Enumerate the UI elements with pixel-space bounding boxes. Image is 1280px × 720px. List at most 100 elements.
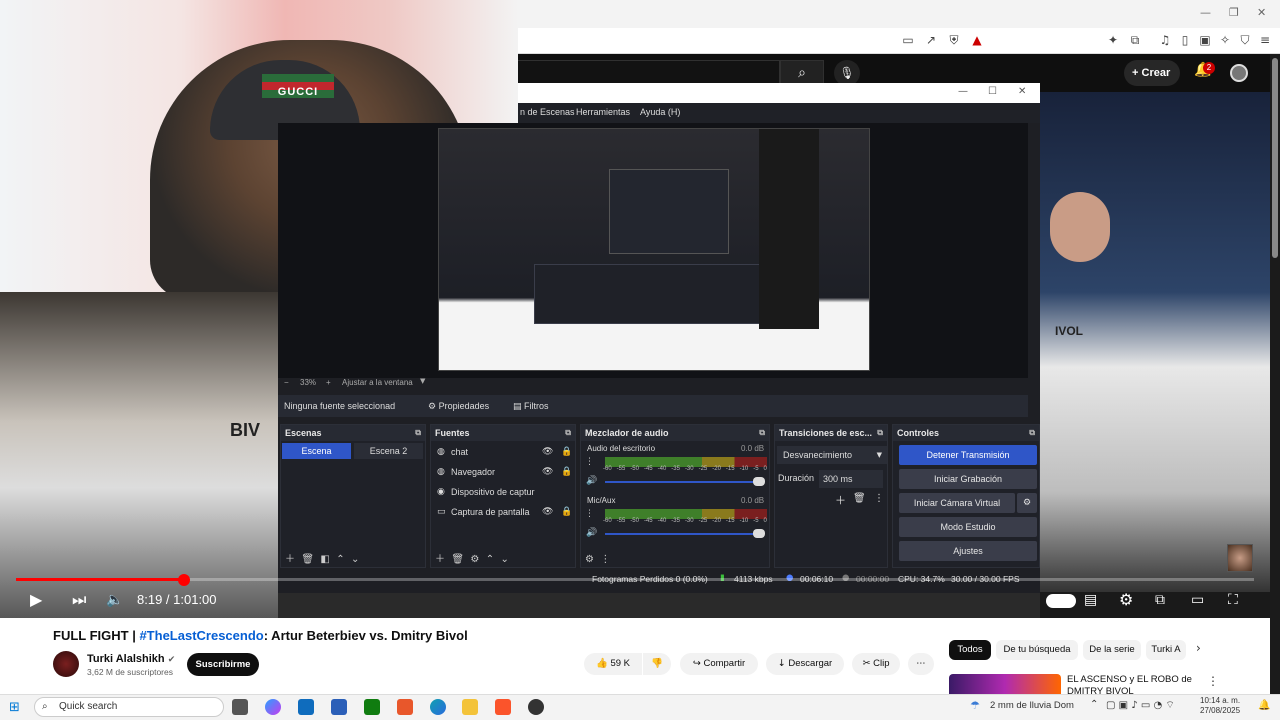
duration-input[interactable]: 300 ms (819, 470, 883, 488)
edge-icon[interactable] (430, 699, 446, 715)
speaker-icon[interactable]: 🔊 (586, 528, 597, 538)
subscribe-button[interactable]: Suscribirme (187, 653, 259, 676)
scene-item[interactable]: Escena 2 (354, 443, 423, 459)
vpn-icon[interactable]: ⛉ (1238, 33, 1252, 47)
taskbar-search[interactable]: ⌕ Quick search (34, 697, 224, 717)
channel-watermark[interactable] (1227, 544, 1253, 572)
kebab-icon[interactable]: ⋮ (585, 509, 594, 519)
tray-chevron-icon[interactable]: ⌃ (1090, 699, 1098, 710)
clip-button[interactable]: ✂ Clip (852, 653, 900, 675)
settings-button[interactable]: Ajustes (899, 541, 1037, 561)
app-icon[interactable] (331, 699, 347, 715)
theater-icon[interactable]: ▭ (1191, 592, 1204, 608)
copilot-icon[interactable] (265, 699, 281, 715)
source-item[interactable]: ◍ chat 👁 🔒 (431, 442, 575, 462)
recommendation-thumbnail[interactable] (949, 674, 1061, 694)
undock-icon[interactable]: ⧉ (415, 428, 421, 438)
windows-start-icon[interactable]: ⊞ (9, 700, 20, 715)
notification-icon[interactable]: 🔔 (1258, 700, 1270, 711)
add-scene-button[interactable]: ＋ (285, 554, 295, 565)
chip-channel[interactable]: Turki A (1146, 640, 1186, 660)
scene-item[interactable]: Escena (282, 443, 351, 459)
office-icon[interactable] (397, 699, 413, 715)
hashtag-link[interactable]: #TheLastCrescendo (139, 628, 263, 643)
move-up-icon[interactable]: ⌃ (336, 554, 344, 565)
trash-icon[interactable]: 🗑 (301, 554, 314, 565)
clock[interactable]: 10:14 a. m. 27/08/2025 (1200, 696, 1240, 716)
undock-icon[interactable]: ⧉ (1029, 428, 1035, 438)
undock-icon[interactable]: ⧉ (565, 428, 571, 438)
volume-icon[interactable]: 🔈 (106, 592, 123, 608)
kebab-icon[interactable]: ⋮ (600, 554, 610, 565)
account-avatar[interactable] (1230, 64, 1248, 82)
dislike-button[interactable]: 👎 (643, 653, 671, 675)
translate-icon[interactable]: ⧉ (1128, 33, 1142, 47)
studio-mode-button[interactable]: Modo Estudio (899, 517, 1037, 537)
add-source-button[interactable]: ＋ (435, 554, 445, 565)
kebab-icon[interactable]: ⋮ (874, 493, 884, 504)
weather-widget[interactable]: 2 mm de lluvia Dom (990, 700, 1074, 711)
start-recording-button[interactable]: Iniciar Grabación (899, 469, 1037, 489)
minimize-icon[interactable]: — (1200, 6, 1211, 19)
like-button[interactable]: 👍 59 K (584, 653, 642, 675)
menu-scenes[interactable]: n de Escenas (520, 107, 575, 117)
filter-icon[interactable]: ◧ (320, 554, 329, 565)
menu-help[interactable]: Ayuda (H) (640, 107, 680, 117)
screen-icon[interactable]: ▭ (901, 33, 915, 47)
source-item[interactable]: ▭ Captura de pantalla 👁 🔒 (431, 502, 575, 522)
source-item[interactable]: ◍ Navegador 👁 🔒 (431, 462, 575, 482)
fit-window-button[interactable]: Ajustar a la ventana (342, 378, 413, 387)
next-icon[interactable]: ⏭ (72, 590, 86, 610)
obs-maximize-icon[interactable]: ☐ (988, 86, 997, 97)
obs-minimize-icon[interactable]: — (958, 86, 968, 97)
menu-icon[interactable]: ≡ (1258, 33, 1272, 47)
share-page-icon[interactable]: ↗ (924, 33, 938, 47)
close-window-icon[interactable]: ✕ (1257, 6, 1266, 19)
zoom-out-button[interactable]: − (284, 378, 289, 387)
subtitles-icon[interactable]: ▤ (1084, 592, 1097, 608)
move-down-icon[interactable]: ⌄ (351, 554, 359, 565)
channel-avatar[interactable] (53, 651, 79, 677)
undock-icon[interactable]: ⧉ (877, 428, 883, 438)
volume-slider[interactable] (605, 533, 763, 535)
play-icon[interactable]: ▶ (30, 590, 42, 609)
download-button[interactable]: ↓ Descargar (766, 653, 844, 675)
eye-icon[interactable]: 👁 (542, 442, 553, 462)
menu-tools[interactable]: Herramientas (576, 107, 630, 117)
add-transition-button[interactable]: ＋ (835, 492, 846, 508)
transition-select[interactable]: Desvanecimiento ▼ (777, 446, 887, 464)
volume-slider[interactable] (605, 481, 763, 483)
chevron-down-icon[interactable]: ▼ (420, 377, 425, 385)
share-button[interactable]: ↪ Compartir (680, 653, 758, 675)
settings-gear-icon[interactable]: ⚙ (1119, 590, 1133, 609)
chip-all[interactable]: Todos (949, 640, 991, 660)
extensions-icon[interactable]: ✦ (1106, 33, 1120, 47)
zoom-in-button[interactable]: + (326, 378, 331, 387)
shield-icon[interactable]: ⛨ (947, 33, 961, 47)
trash-icon[interactable]: 🗑 (451, 554, 464, 565)
chip-series[interactable]: De la serie (1083, 640, 1141, 660)
fullscreen-icon[interactable]: ⛶ (1228, 592, 1238, 608)
volume-slider-handle[interactable] (753, 529, 765, 538)
progress-bar[interactable] (16, 578, 1254, 581)
move-down-icon[interactable]: ⌄ (501, 554, 509, 565)
virtual-camera-button[interactable]: Iniciar Cámara Virtual (899, 493, 1015, 513)
chevron-right-icon[interactable]: › (1196, 641, 1201, 655)
gear-icon[interactable]: ⚙ (470, 554, 479, 565)
obs-icon[interactable] (528, 699, 544, 715)
lock-icon[interactable]: 🔒 (561, 442, 572, 462)
autoplay-toggle[interactable] (1046, 594, 1076, 608)
trash-icon[interactable]: 🗑 (853, 493, 866, 504)
ai-icon[interactable]: ✧ (1218, 33, 1232, 47)
advanced-audio-icon[interactable]: ⚙ (585, 554, 594, 565)
more-actions-button[interactable]: ⋯ (908, 653, 934, 675)
speaker-icon[interactable]: 🔊 (586, 476, 597, 486)
xbox-icon[interactable] (364, 699, 380, 715)
wallet-icon[interactable]: ▣ (1198, 33, 1212, 47)
sidebar-icon[interactable]: ▯ (1178, 33, 1192, 47)
obs-close-icon[interactable]: ✕ (1018, 86, 1026, 97)
create-button[interactable]: + Crear (1124, 60, 1180, 86)
channel-name[interactable]: Turki Alalshikh ✔ (87, 653, 175, 665)
scrollbar-thumb[interactable] (1272, 58, 1278, 258)
volume-slider-handle[interactable] (753, 477, 765, 486)
